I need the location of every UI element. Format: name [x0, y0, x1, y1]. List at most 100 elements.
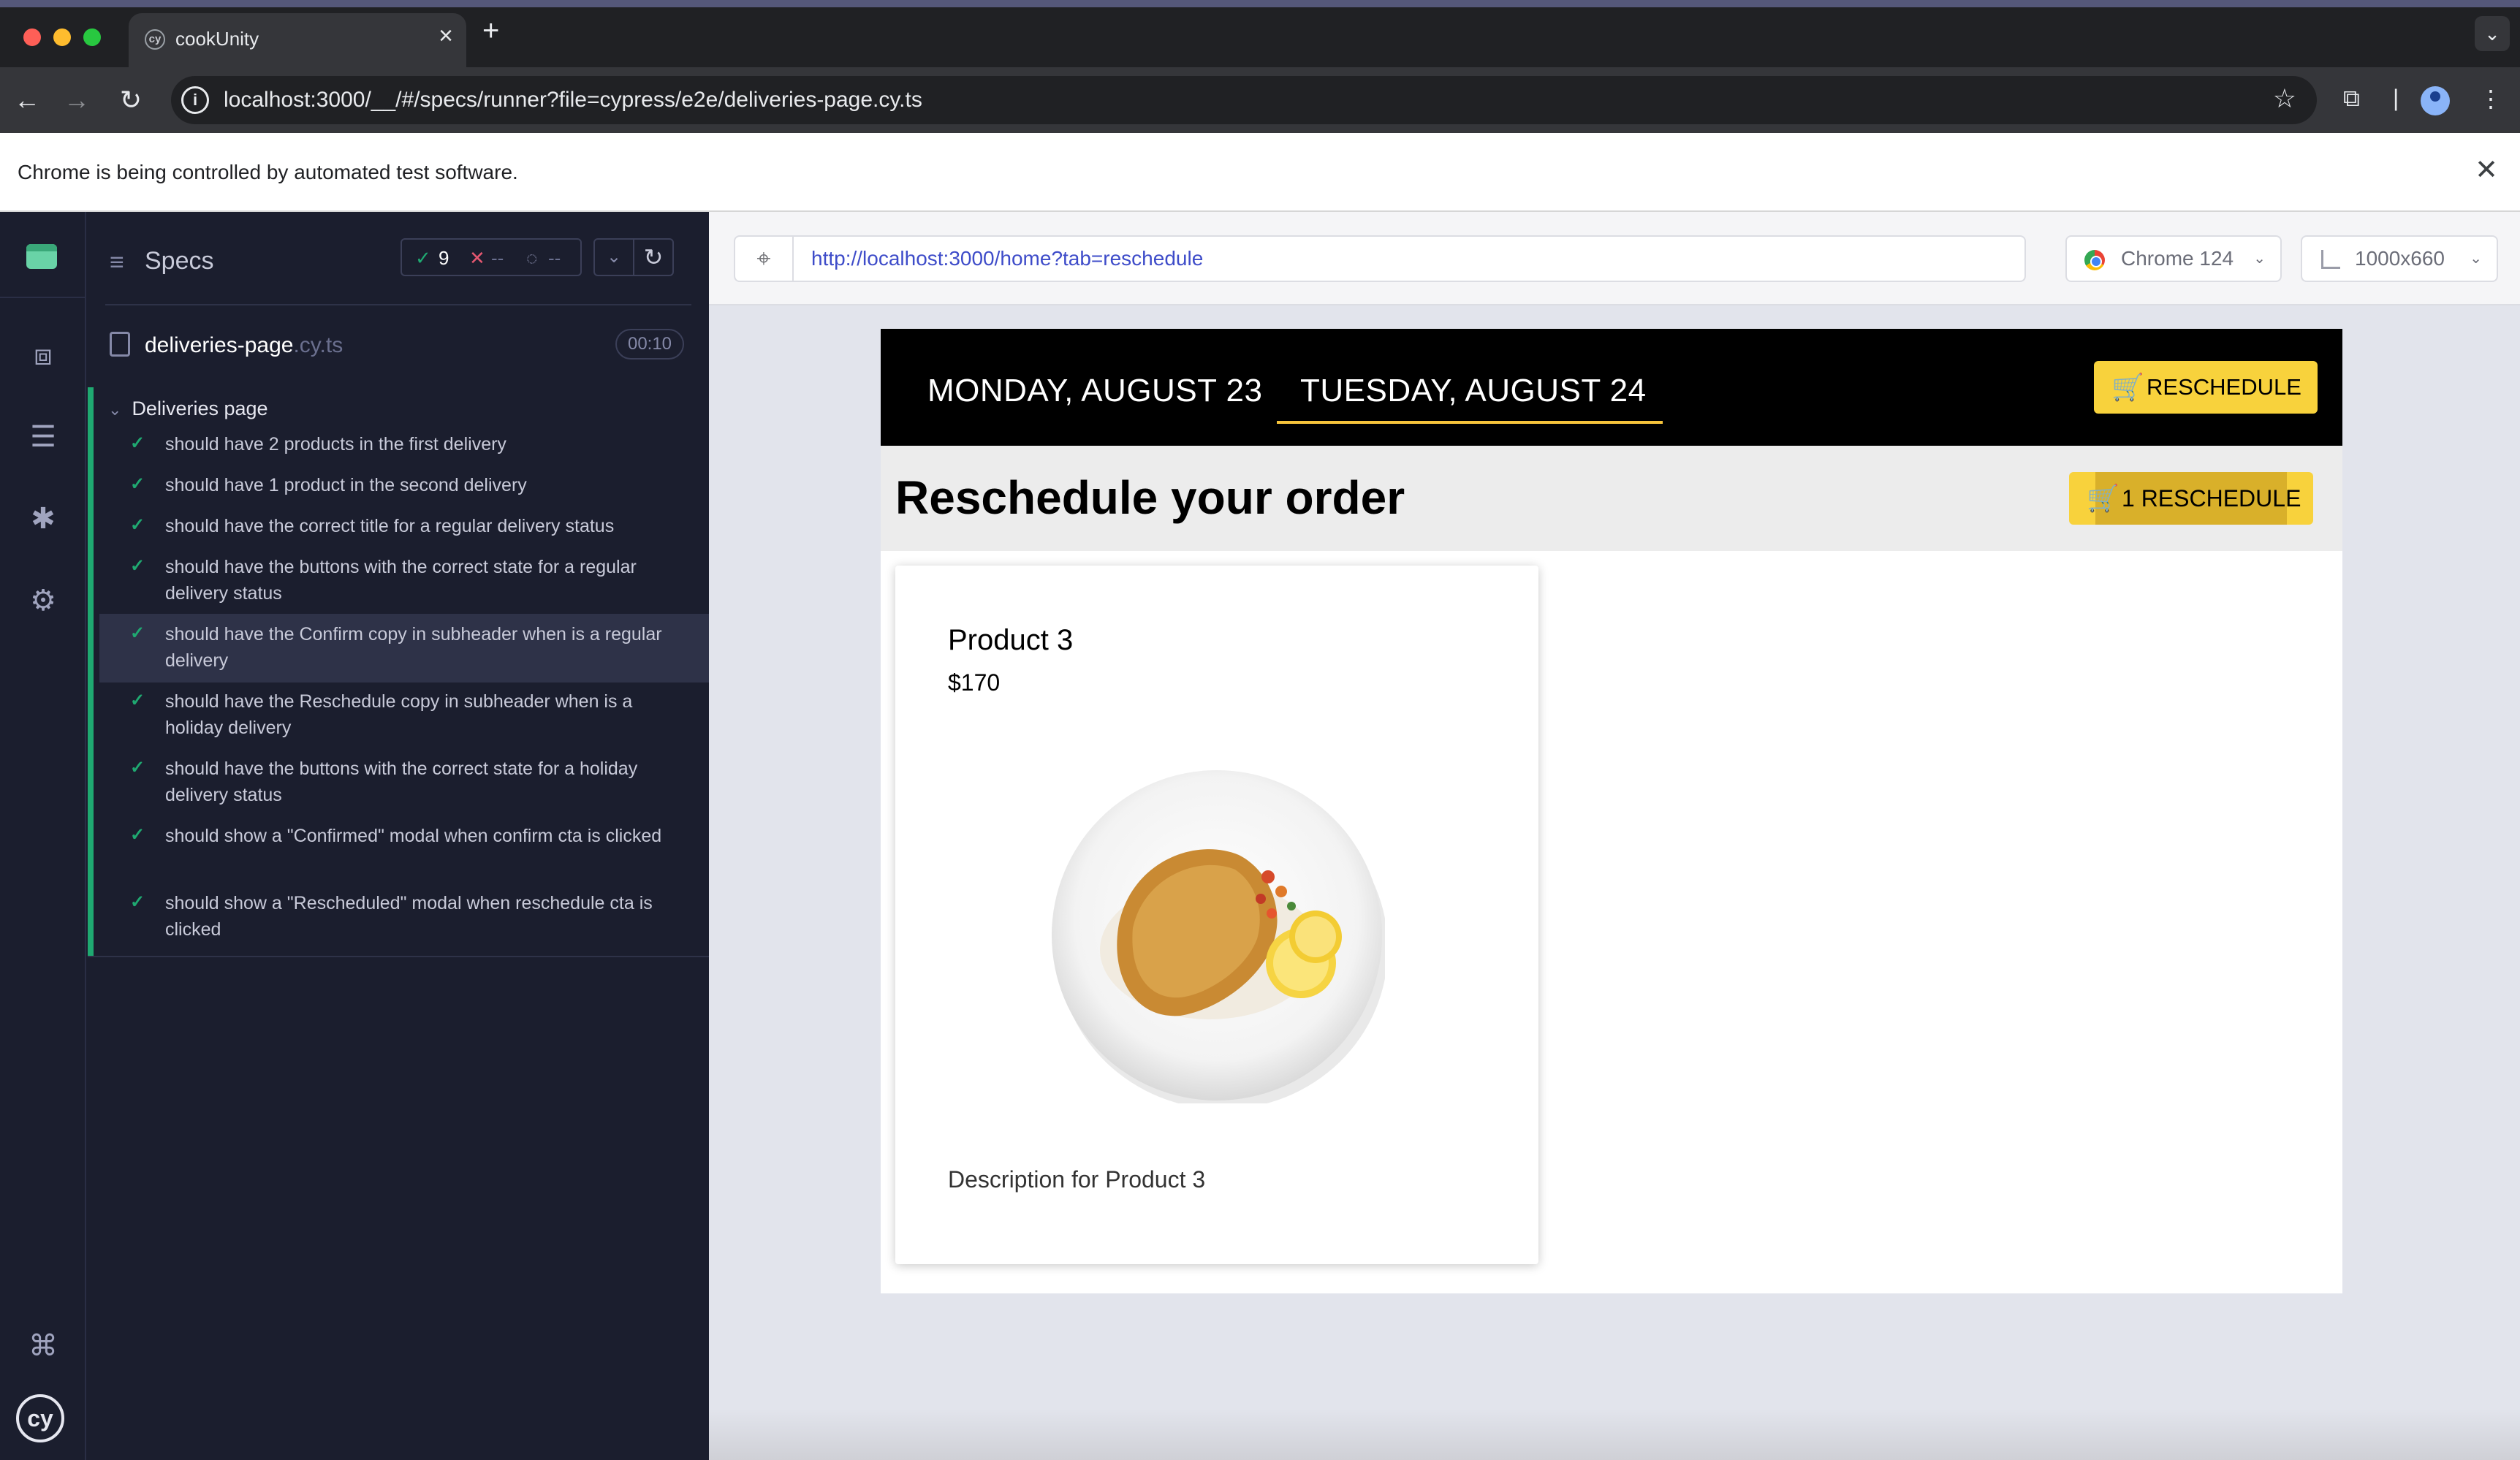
selector-playground-crosshair-icon[interactable]: ⌖ [734, 235, 794, 282]
viewport-ruler-icon [2321, 250, 2340, 269]
browser-tab-strip: cy cookUnity × + ⌄ [0, 0, 2520, 67]
browser-selector[interactable]: Chrome 124 ⌄ [2065, 235, 2282, 282]
collapse-chevron-icon[interactable]: ⌄ [593, 238, 634, 276]
product-card[interactable]: Product 3 $170 Description for Product 3 [895, 566, 1538, 1264]
chevron-down-icon: ⌄ [2253, 251, 2266, 267]
spec-extension: .cy.ts [293, 333, 344, 357]
test-title: should have 2 products in the first deli… [165, 434, 506, 455]
failed-x-icon: ✕ [469, 247, 485, 269]
browser-label: Chrome 124 [2121, 247, 2234, 270]
site-info-icon[interactable]: i [181, 86, 209, 114]
reload-icon[interactable]: ↻ [113, 82, 149, 118]
passed-check-icon: ✓ [130, 556, 145, 576]
test-row[interactable]: ✓ should have the correct title for a re… [99, 510, 709, 548]
cypress-logo-icon[interactable]: cy [16, 1394, 64, 1442]
viewport-selector[interactable]: 1000x660 ⌄ [2301, 235, 2498, 282]
debug-bug-icon[interactable]: ✱ [24, 500, 62, 538]
browser-tab[interactable]: cy cookUnity × [129, 13, 466, 67]
tab-tuesday[interactable]: TUESDAY, AUGUST 24 [1300, 373, 1647, 409]
minimize-window-button[interactable] [53, 28, 71, 46]
test-row[interactable]: ✓ should show a "Confirmed" modal when c… [99, 820, 709, 884]
test-row-highlighted[interactable]: ✓ should have the Confirm copy in subhea… [99, 614, 709, 683]
specs-toggle-icon[interactable]: ≡ [110, 248, 124, 277]
aut-header: ⌖ http://localhost:3000/home?tab=resched… [709, 212, 2520, 305]
reporter-divider [105, 304, 691, 305]
failed-count: -- [491, 247, 504, 269]
passed-check-icon: ✓ [130, 758, 145, 777]
page-title: Reschedule your order [895, 471, 1405, 524]
test-row[interactable]: ✓ should have 1 product in the second de… [99, 469, 709, 507]
suite-title: Deliveries page [132, 398, 268, 419]
cart-icon: 🛒 [2087, 483, 2119, 513]
product-price: $170 [948, 669, 1001, 696]
suite-status-bar [88, 387, 94, 956]
active-tab-underline [1277, 421, 1663, 424]
runs-code-icon[interactable]: ⧈ [24, 336, 62, 374]
reporter-title[interactable]: Specs [145, 247, 214, 275]
subheader: Reschedule your order 🛒 1 RESCHEDULE [881, 446, 2342, 551]
test-title: should have the correct title for a regu… [165, 516, 615, 536]
back-arrow-icon[interactable]: ← [9, 82, 45, 118]
passed-check-icon: ✓ [130, 825, 145, 845]
automation-infobar: Chrome is being controlled by automated … [0, 133, 2520, 212]
reschedule-button-label: RESCHEDULE [2147, 374, 2301, 400]
infobar-close-icon[interactable]: ✕ [2475, 153, 2498, 186]
passed-check-icon: ✓ [130, 892, 145, 912]
test-title: should show a "Confirmed" modal when con… [165, 826, 662, 846]
spec-file-name[interactable]: deliveries-page.cy.ts [145, 333, 343, 358]
browser-menu-kebab-icon[interactable]: ⋮ [2479, 85, 2502, 113]
aut-bottom-shadow [709, 1409, 2520, 1460]
cypress-sidebar-nav: ⧈ ☰ ✱ ⚙ ⌘ cy [0, 212, 86, 1460]
product-name: Product 3 [948, 624, 1074, 656]
extensions-puzzle-icon[interactable]: ⧉ [2343, 85, 2360, 113]
chrome-icon [2084, 250, 2105, 270]
address-url[interactable]: localhost:3000/__/#/specs/runner?file=cy… [224, 88, 922, 113]
suite-title-row[interactable]: ⌄ Deliveries page [108, 398, 268, 420]
test-title: should have the Reschedule copy in subhe… [165, 691, 633, 738]
suite-divider [88, 956, 709, 957]
reschedule-button[interactable]: 🛒 RESCHEDULE [2094, 361, 2318, 414]
passed-check-icon: ✓ [415, 247, 431, 269]
profile-avatar-icon[interactable] [2421, 86, 2450, 115]
product-description: Description for Product 3 [948, 1166, 1206, 1193]
test-stats: ✓ 9 ✕ -- ◌ -- [401, 238, 582, 276]
browser-toolbar: ← → ↻ i localhost:3000/__/#/specs/runner… [0, 67, 2520, 133]
new-tab-button[interactable]: + [482, 16, 499, 45]
test-row[interactable]: ✓ should have the Reschedule copy in sub… [99, 685, 709, 750]
settings-gear-icon[interactable]: ⚙ [24, 582, 62, 620]
maximize-window-button[interactable] [83, 28, 101, 46]
test-row[interactable]: ✓ should have 2 products in the first de… [99, 428, 709, 466]
test-row[interactable]: ✓ should have the buttons with the corre… [99, 551, 709, 615]
reschedule-count-button[interactable]: 🛒 1 RESCHEDULE [2069, 472, 2313, 525]
pending-count: -- [548, 247, 561, 269]
infobar-message: Chrome is being controlled by automated … [18, 161, 518, 183]
passed-count: 9 [439, 247, 449, 269]
spec-duration-badge: 00:10 [615, 329, 684, 360]
file-icon [110, 332, 130, 357]
aut-url-field[interactable]: http://localhost:3000/home?tab=reschedul… [792, 235, 2026, 282]
bookmark-star-icon[interactable]: ☆ [2273, 83, 2296, 114]
viewport-label: 1000x660 [2355, 247, 2445, 270]
tab-search-chevron-icon[interactable]: ⌄ [2475, 16, 2510, 51]
keyboard-shortcuts-icon[interactable]: ⌘ [24, 1327, 62, 1365]
test-row[interactable]: ✓ should have the buttons with the corre… [99, 753, 709, 817]
passed-check-icon: ✓ [130, 433, 145, 453]
passed-check-icon: ✓ [130, 691, 145, 710]
passed-check-icon: ✓ [130, 474, 145, 494]
tab-close-icon[interactable]: × [439, 22, 453, 50]
reschedule-count-label: 1 RESCHEDULE [2122, 485, 2301, 512]
app-iframe: MONDAY, AUGUST 23 TUESDAY, AUGUST 24 🛒 R… [881, 329, 2342, 1293]
tab-monday[interactable]: MONDAY, AUGUST 23 [927, 373, 1262, 409]
forward-arrow-icon[interactable]: → [58, 82, 95, 118]
test-title: should have the buttons with the correct… [165, 557, 637, 604]
specs-list-icon[interactable]: ☰ [24, 418, 62, 456]
test-title: should have the Confirm copy in subheade… [165, 624, 662, 671]
project-logo-icon[interactable] [0, 212, 86, 298]
test-title: should show a "Rescheduled" modal when r… [165, 893, 653, 940]
test-title: should have the buttons with the correct… [165, 758, 638, 805]
address-bar[interactable]: i localhost:3000/__/#/specs/runner?file=… [171, 76, 2317, 124]
test-row[interactable]: ✓ should show a "Rescheduled" modal when… [99, 887, 709, 951]
close-window-button[interactable] [23, 28, 41, 46]
rerun-refresh-icon[interactable]: ↻ [633, 238, 674, 276]
passed-check-icon: ✓ [130, 623, 145, 643]
